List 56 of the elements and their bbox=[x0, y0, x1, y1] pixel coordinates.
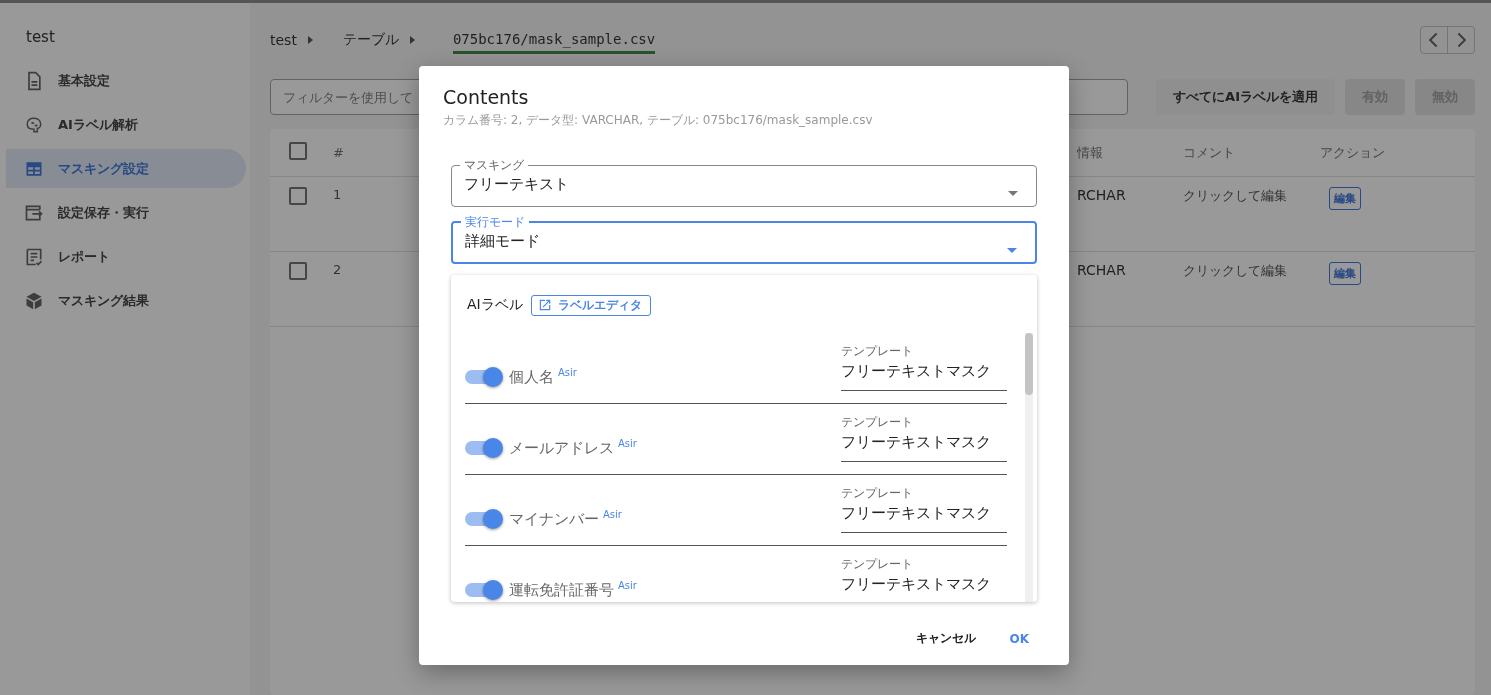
source-tag: Asir bbox=[603, 509, 622, 520]
caret-icon bbox=[1008, 191, 1018, 196]
toggle-switch[interactable] bbox=[465, 441, 501, 455]
nav-item[interactable]: マスキング設定 bbox=[6, 149, 246, 188]
template-field[interactable]: テンプレート フリーテキストマスク bbox=[841, 339, 1007, 391]
chevron-right-icon bbox=[306, 35, 315, 45]
toggle-switch[interactable] bbox=[465, 370, 501, 384]
label-name: 運転免許証番号 bbox=[509, 580, 614, 600]
template-field[interactable]: テンプレート フリーテキストマスク bbox=[841, 410, 1007, 462]
label-name: マイナンバー bbox=[509, 509, 599, 529]
table-cell: RCHAR bbox=[1077, 262, 1126, 278]
label-name: 個人名 bbox=[509, 367, 554, 387]
caret-icon bbox=[1007, 248, 1017, 253]
source-tag: Asir bbox=[618, 580, 637, 591]
template-field[interactable]: テンプレート フリーテキストマスク bbox=[841, 481, 1007, 533]
external-link-icon bbox=[537, 298, 552, 312]
template-field[interactable]: テンプレート フリーテキストマスク bbox=[841, 552, 1007, 602]
checkbox[interactable] bbox=[289, 142, 307, 160]
table-cell: クリックして編集 bbox=[1183, 263, 1287, 278]
toggle-switch[interactable] bbox=[465, 512, 501, 526]
app-title: test bbox=[25, 27, 56, 48]
column-header: # bbox=[333, 145, 344, 160]
column-header: アクション bbox=[1320, 144, 1385, 160]
column-header: コメント bbox=[1183, 144, 1235, 160]
table-cell: 2 bbox=[333, 262, 342, 277]
select-field[interactable]: 実行モード 詳細モード bbox=[451, 216, 1037, 264]
nav-item[interactable]: レポート bbox=[6, 237, 246, 276]
select-field[interactable]: マスキング フリーテキスト bbox=[451, 159, 1037, 207]
table-cell: 1 bbox=[333, 187, 342, 202]
table-cell: RCHAR bbox=[1077, 187, 1126, 203]
scrollbar[interactable] bbox=[1025, 333, 1033, 395]
nav-item[interactable]: 基本設定 bbox=[6, 61, 246, 100]
toolbar-button[interactable]: すべてにAIラベルを適用 bbox=[1156, 79, 1335, 115]
column-header: 情報 bbox=[1077, 144, 1103, 160]
breadcrumb[interactable]: 075bc176/mask_sample.csv bbox=[452, 26, 656, 54]
source-tag: Asir bbox=[618, 438, 637, 449]
dialog-title: Contents bbox=[443, 86, 530, 108]
label-editor-button[interactable]: ラベルエディタ bbox=[530, 294, 651, 316]
breadcrumb[interactable]: テーブル bbox=[342, 27, 399, 53]
nav-item[interactable]: 設定保存・実行 bbox=[6, 193, 246, 232]
edit-button[interactable]: 編集 bbox=[1329, 187, 1361, 210]
nav-item[interactable]: AIラベル解析 bbox=[6, 105, 246, 144]
toggle-switch[interactable] bbox=[465, 583, 501, 597]
report-icon bbox=[24, 246, 44, 267]
table-cell: クリックして編集 bbox=[1183, 188, 1287, 203]
cube-icon bbox=[24, 290, 44, 311]
edit-button[interactable]: 編集 bbox=[1329, 262, 1361, 285]
breadcrumb[interactable]: test bbox=[270, 28, 297, 52]
label-name: メールアドレス bbox=[509, 438, 614, 458]
checkbox[interactable] bbox=[289, 187, 307, 205]
nav-item[interactable]: マスキング結果 bbox=[6, 281, 246, 320]
chevron-right-icon bbox=[408, 35, 417, 45]
dialog-subtitle: カラム番号: 2, データ型: VARCHAR, テーブル: 075bc176/mask_sample.csv bbox=[443, 112, 874, 129]
checkbox[interactable] bbox=[289, 262, 307, 280]
section-title: AIラベル bbox=[467, 296, 523, 314]
source-tag: Asir bbox=[558, 367, 577, 378]
